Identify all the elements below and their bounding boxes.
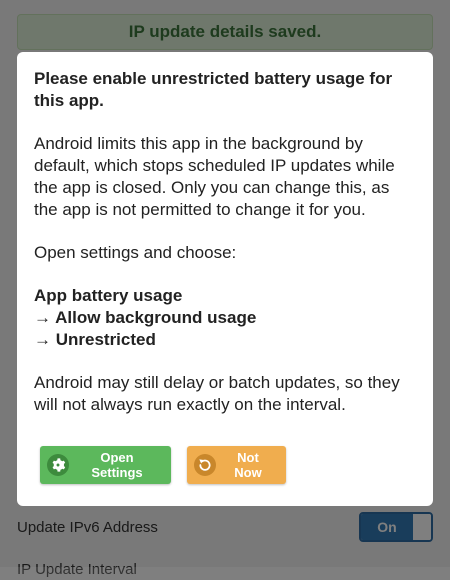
dialog-title: Please enable unrestricted battery usage… (34, 69, 393, 110)
dialog-explanation: Android limits this app in the backgroun… (34, 134, 395, 219)
settings-steps: App battery usage → Allow background usa… (34, 285, 417, 351)
battery-usage-dialog: Please enable unrestricted battery usage… (17, 52, 433, 506)
open-settings-label: Open Settings (91, 450, 143, 480)
not-now-button[interactable]: Not Now (187, 446, 286, 484)
dialog-instructions: Open settings and choose: (34, 243, 237, 262)
step-item: → Allow background usage (34, 308, 257, 327)
undo-arrow-icon (194, 454, 216, 476)
gear-icon (47, 454, 69, 476)
dialog-note: Android may still delay or batch updates… (34, 373, 400, 414)
step-item: → Unrestricted (34, 330, 156, 349)
dialog-actions: Open Settings Not Now (40, 446, 286, 484)
open-settings-button[interactable]: Open Settings (40, 446, 171, 484)
step-item: App battery usage (34, 286, 183, 305)
not-now-label: Not Now (234, 450, 262, 480)
